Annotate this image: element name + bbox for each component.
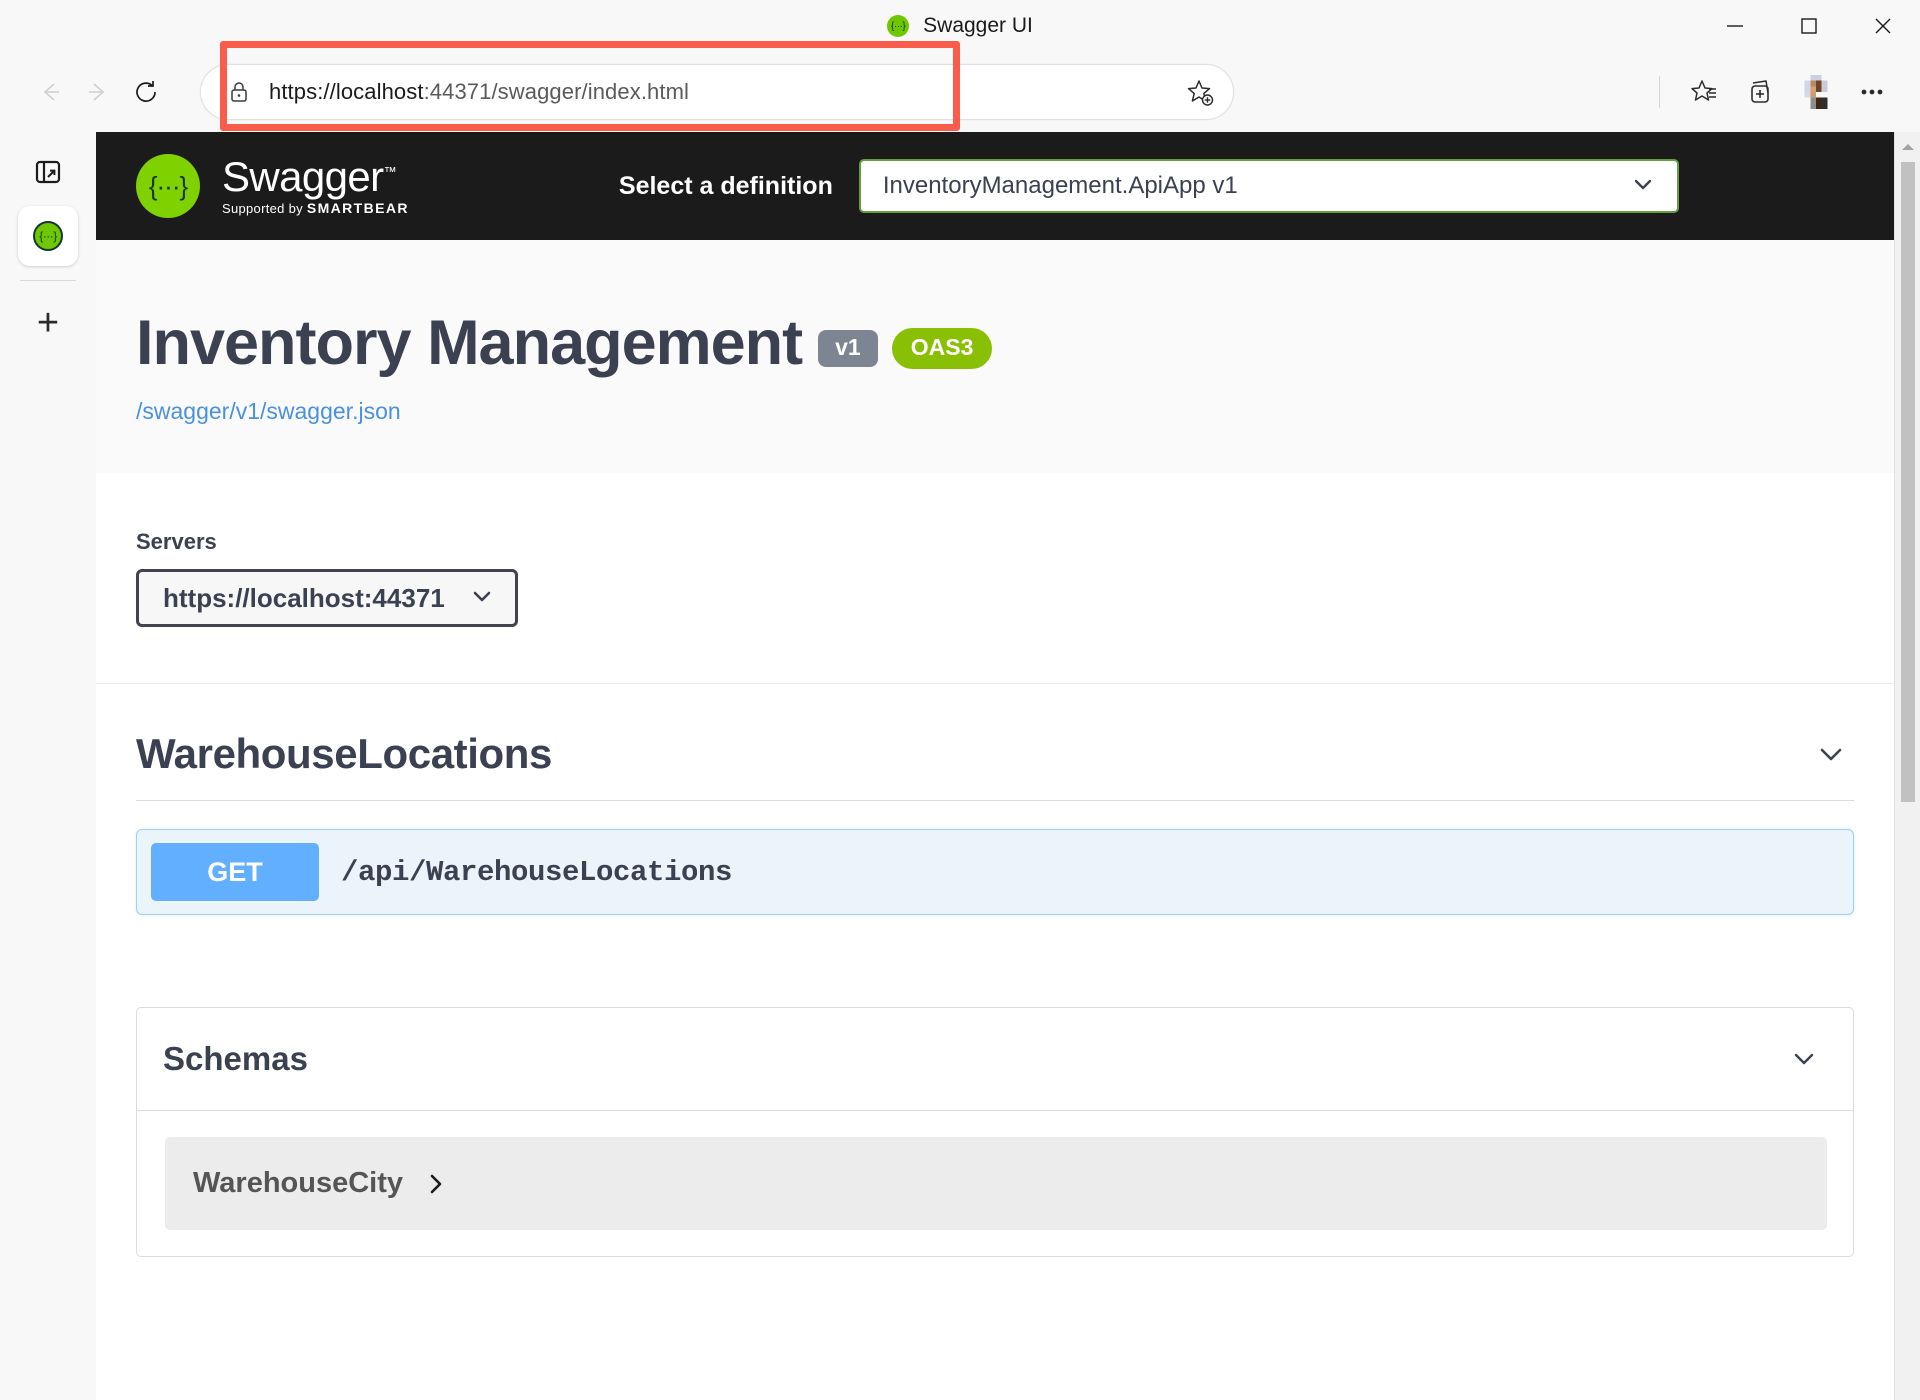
swagger-wordmark: Swagger™ Supported by SMARTBEAR [222, 152, 409, 217]
page-title: Inventory Management [136, 308, 803, 378]
api-info-section: Inventory Management v1 OAS3 /swagger/v1… [96, 240, 1894, 474]
vertical-tab-strip: + [0, 132, 96, 1400]
chevron-down-icon [469, 583, 495, 614]
maximize-button[interactable] [1772, 0, 1846, 52]
split-screen-icon[interactable] [20, 144, 76, 200]
swagger-ui-page: Swagger™ Supported by SMARTBEAR Select a… [96, 132, 1894, 1400]
tag-title: WarehouseLocations [136, 730, 552, 778]
star-add-icon[interactable] [1183, 76, 1215, 108]
tab-swagger-ui[interactable] [18, 206, 78, 266]
window-title: Swagger UI [923, 14, 1033, 37]
new-tab-button[interactable]: + [20, 295, 76, 351]
page-scrollbar[interactable] [1894, 132, 1920, 1400]
more-ellipsis-icon[interactable] [1846, 66, 1898, 118]
swagger-logo-icon [136, 154, 200, 218]
schema-name: WarehouseCity [193, 1167, 404, 1200]
servers-label: Servers [136, 529, 217, 555]
definition-selector-group: Select a definition InventoryManagement.… [619, 159, 1854, 213]
operation-path: /api/WarehouseLocations [341, 855, 733, 889]
schemas-title: Schemas [163, 1040, 308, 1078]
chevron-down-icon [1629, 170, 1657, 203]
definition-select-value: InventoryManagement.ApiApp v1 [882, 172, 1238, 199]
api-title-row: Inventory Management v1 OAS3 [136, 310, 1854, 376]
definition-select[interactable]: InventoryManagement.ApiApp v1 [858, 159, 1679, 213]
collections-add-icon[interactable] [1734, 66, 1786, 118]
url-host: https://localhost [269, 79, 424, 104]
close-button[interactable] [1846, 0, 1920, 52]
chevron-right-icon[interactable] [425, 1173, 447, 1195]
scrollbar-thumb[interactable] [1900, 162, 1915, 802]
address-bar-container: https://localhost:44371/swagger/index.ht… [192, 64, 1639, 120]
window-title-group: Swagger UI [887, 14, 1033, 38]
address-bar[interactable]: https://localhost:44371/swagger/index.ht… [200, 64, 1234, 120]
select-definition-label: Select a definition [618, 171, 833, 200]
schemas-section: Schemas WarehouseCity [136, 1007, 1854, 1258]
tabstrip-divider [20, 280, 76, 281]
tag-collapse-chevron-down-icon[interactable] [1808, 731, 1854, 777]
tag-header[interactable]: WarehouseLocations [136, 730, 1854, 802]
schema-item[interactable]: WarehouseCity [165, 1137, 1827, 1231]
servers-select-value: https://localhost:44371 [163, 582, 445, 613]
toolbar-right-icons [1645, 66, 1898, 118]
browser-window: Swagger UI [0, 0, 1920, 1400]
schemas-collapse-chevron-down-icon[interactable] [1781, 1036, 1827, 1082]
operation-method-badge: GET [151, 843, 319, 902]
swagger-logo[interactable]: Swagger™ Supported by SMARTBEAR [136, 154, 409, 218]
window-titlebar: Swagger UI [0, 0, 1920, 52]
swagger-topbar: Swagger™ Supported by SMARTBEAR Select a… [96, 132, 1894, 240]
supported-by-text: Supported by SMARTBEAR [222, 200, 409, 217]
scrollbar-up-arrow-icon[interactable] [1895, 132, 1920, 162]
servers-section: Servers https://localhost:44371 [96, 473, 1894, 685]
favorites-icon[interactable] [1678, 66, 1730, 118]
schemas-body: WarehouseCity [137, 1111, 1853, 1256]
oas-badge: OAS3 [891, 328, 993, 370]
forward-button[interactable] [74, 68, 122, 116]
trademark-mark: ™ [383, 163, 397, 179]
profile-avatar[interactable] [1790, 66, 1842, 118]
page-viewport: Swagger™ Supported by SMARTBEAR Select a… [96, 132, 1920, 1400]
minimize-button[interactable] [1698, 0, 1772, 52]
version-badge: v1 [818, 330, 878, 368]
servers-select[interactable]: https://localhost:44371 [136, 569, 518, 628]
browser-toolbar: https://localhost:44371/swagger/index.ht… [0, 52, 1920, 132]
swagger-tab-favicon-icon [33, 221, 63, 251]
toolbar-divider [1659, 76, 1660, 108]
swagger-json-link[interactable]: /swagger/v1/swagger.json [136, 398, 401, 425]
lock-icon [227, 80, 251, 104]
window-controls [1698, 0, 1920, 52]
url-path: :44371/swagger/index.html [423, 79, 689, 104]
address-bar-url: https://localhost:44371/swagger/index.ht… [269, 79, 1183, 105]
back-button[interactable] [26, 68, 74, 116]
tag-section-warehouselocations: WarehouseLocations GET /api/WarehouseLoc… [96, 684, 1894, 916]
refresh-button[interactable] [122, 68, 170, 116]
swagger-logo-text: Swagger™ [222, 152, 397, 200]
api-badges: v1 OAS3 [818, 328, 993, 370]
operation-row[interactable]: GET /api/WarehouseLocations [136, 829, 1854, 916]
swagger-favicon-icon [887, 15, 910, 37]
schemas-header[interactable]: Schemas [137, 1008, 1853, 1112]
